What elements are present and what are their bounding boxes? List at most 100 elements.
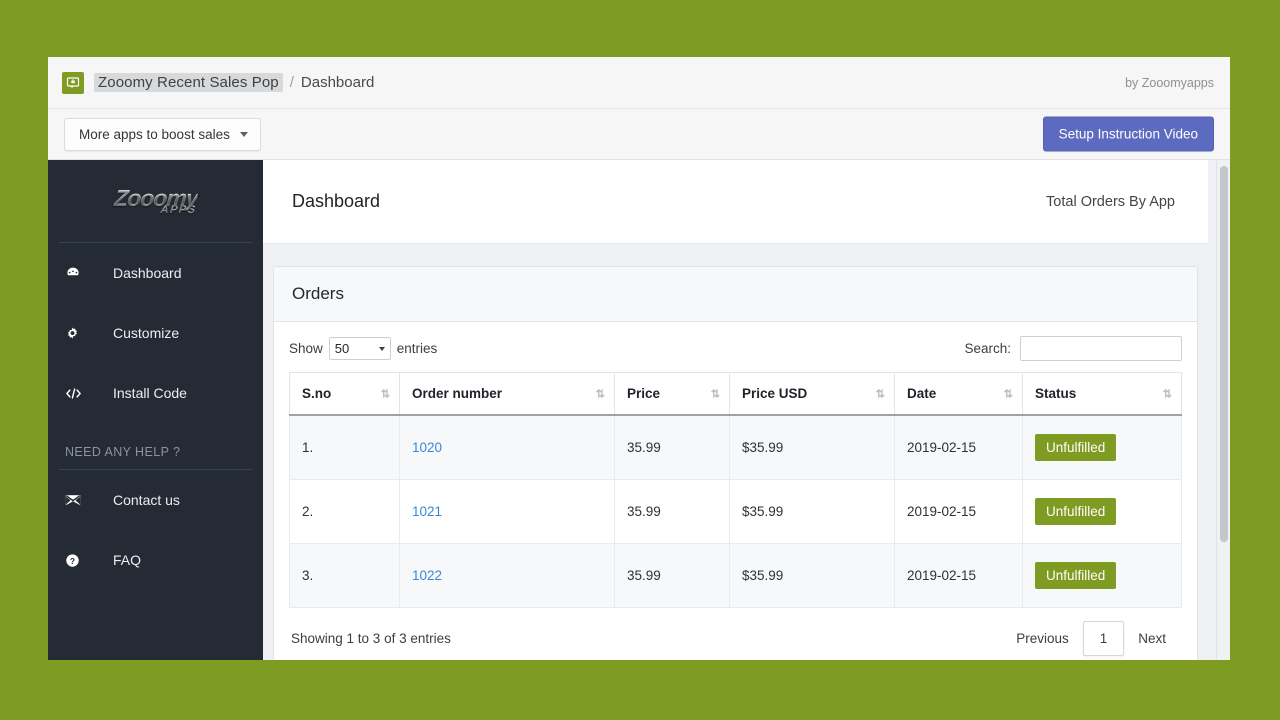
- app-window: Zooomy Recent Sales Pop / Dashboard by Z…: [48, 57, 1230, 660]
- cell-price: 35.99: [614, 479, 730, 544]
- orders-table-head: S.no ⇅ Order number ⇅ Price ⇅ Price USD …: [289, 372, 1182, 416]
- sort-updown-icon: ⇅: [875, 388, 885, 400]
- column-label: Status: [1035, 386, 1077, 401]
- scrollbar-thumb[interactable]: [1220, 166, 1228, 542]
- pagination-page-1[interactable]: 1: [1082, 621, 1125, 656]
- show-label: Show: [289, 341, 323, 356]
- page-length-select[interactable]: 50: [328, 337, 391, 360]
- gear-icon: [65, 326, 87, 341]
- column-header-sno[interactable]: S.no ⇅: [289, 372, 400, 416]
- sidebar-item-label: FAQ: [113, 552, 142, 568]
- cell-price-usd: $35.99: [729, 414, 895, 480]
- search-input[interactable]: [1020, 336, 1182, 361]
- table-controls: Show 50 entries Search:: [289, 336, 1182, 372]
- search-control: Search:: [964, 336, 1182, 361]
- order-number-link[interactable]: 1022: [412, 568, 442, 583]
- sidebar-item-install-code[interactable]: Install Code: [48, 363, 263, 423]
- cell-price: 35.99: [614, 543, 730, 608]
- column-label: S.no: [302, 386, 332, 401]
- orders-card-title: Orders: [274, 267, 1197, 322]
- dashboard-gauge-icon: [65, 265, 87, 281]
- secondary-bar: More apps to boost sales Setup Instructi…: [48, 109, 1230, 160]
- sidebar-item-label: Contact us: [113, 492, 180, 508]
- breadcrumb-current-page[interactable]: Dashboard: [301, 74, 374, 91]
- page-subtitle: Total Orders By App: [1046, 193, 1175, 210]
- column-header-price-usd[interactable]: Price USD ⇅: [729, 372, 895, 416]
- cell-price-usd: $35.99: [729, 543, 895, 608]
- cell-status: Unfulfilled: [1022, 479, 1182, 544]
- chevron-down-icon: [378, 346, 385, 351]
- order-number-link[interactable]: 1021: [412, 504, 442, 519]
- orders-card-body: Show 50 entries Search: S.no ⇅ Order num…: [274, 322, 1197, 660]
- table-header-row: S.no ⇅ Order number ⇅ Price ⇅ Price USD …: [289, 372, 1182, 416]
- column-header-date[interactable]: Date ⇅: [894, 372, 1023, 416]
- sidebar-item-customize[interactable]: Customize: [48, 303, 263, 363]
- table-info: Showing 1 to 3 of 3 entries: [291, 631, 451, 646]
- orders-card: Orders Show 50 entries Search: S.no ⇅ Or…: [273, 266, 1198, 660]
- pagination-previous[interactable]: Previous: [1002, 622, 1083, 655]
- column-label: Order number: [412, 386, 503, 401]
- table-footer: Showing 1 to 3 of 3 entries Previous 1 N…: [289, 608, 1182, 660]
- sort-updown-icon: ⇅: [1003, 388, 1013, 400]
- order-number-link[interactable]: 1020: [412, 440, 442, 455]
- orders-table: S.no ⇅ Order number ⇅ Price ⇅ Price USD …: [289, 372, 1182, 608]
- setup-instruction-video-button[interactable]: Setup Instruction Video: [1042, 116, 1214, 152]
- search-label: Search:: [964, 341, 1011, 356]
- screen: Zooomy Recent Sales Pop / Dashboard by Z…: [0, 0, 1280, 720]
- cell-date: 2019-02-15: [894, 414, 1023, 480]
- pagination-next[interactable]: Next: [1124, 622, 1180, 655]
- top-bar: Zooomy Recent Sales Pop / Dashboard by Z…: [48, 57, 1230, 109]
- page-length-control: Show 50 entries: [289, 337, 437, 360]
- chevron-down-icon: [239, 131, 248, 137]
- column-label: Price: [627, 386, 661, 401]
- sidebar-item-label: Install Code: [113, 385, 187, 401]
- envelope-icon: [65, 494, 87, 506]
- table-row: 1. 1020 35.99 $35.99 2019-02-15 Unfulfil…: [289, 414, 1182, 480]
- code-brackets-icon: [65, 386, 87, 401]
- column-header-order-number[interactable]: Order number ⇅: [399, 372, 615, 416]
- cell-order-number: 1020: [399, 414, 615, 480]
- status-badge[interactable]: Unfulfilled: [1035, 434, 1117, 461]
- sort-updown-icon: ⇅: [380, 388, 390, 400]
- column-header-price[interactable]: Price ⇅: [614, 372, 730, 416]
- cell-order-number: 1021: [399, 479, 615, 544]
- sidebar-item-dashboard[interactable]: Dashboard: [48, 243, 263, 303]
- cell-status: Unfulfilled: [1022, 414, 1182, 480]
- question-circle-icon: ?: [65, 553, 87, 568]
- column-header-status[interactable]: Status ⇅: [1022, 372, 1182, 416]
- cell-sno: 1.: [289, 414, 400, 480]
- pagination: Previous 1 Next: [1002, 621, 1180, 656]
- status-badge[interactable]: Unfulfilled: [1035, 562, 1117, 589]
- cell-date: 2019-02-15: [894, 479, 1023, 544]
- breadcrumb-separator: /: [289, 74, 294, 91]
- cell-sno: 3.: [289, 543, 400, 608]
- vertical-scrollbar[interactable]: [1216, 160, 1230, 660]
- column-label: Date: [907, 386, 937, 401]
- sidebar-item-contact-us[interactable]: Contact us: [48, 470, 263, 530]
- app-body: Zooomy APPS Dashboard Customize Install …: [48, 160, 1230, 660]
- status-badge[interactable]: Unfulfilled: [1035, 498, 1117, 525]
- sort-updown-icon: ⇅: [1162, 388, 1172, 400]
- sidebar-help-heading: NEED ANY HELP ?: [65, 445, 181, 459]
- more-apps-dropdown[interactable]: More apps to boost sales: [64, 117, 261, 151]
- page-header: Dashboard Total Orders By App: [263, 160, 1208, 244]
- more-apps-label: More apps to boost sales: [79, 126, 230, 142]
- sidebar-item-label: Customize: [113, 325, 180, 341]
- table-row: 2. 1021 35.99 $35.99 2019-02-15 Unfulfil…: [289, 479, 1182, 544]
- sort-updown-icon: ⇅: [595, 388, 605, 400]
- cell-price: 35.99: [614, 414, 730, 480]
- sidebar-item-label: Dashboard: [113, 265, 182, 281]
- page-title: Dashboard: [292, 191, 381, 211]
- sidebar-logo[interactable]: Zooomy APPS: [48, 160, 263, 242]
- sidebar-item-faq[interactable]: ? FAQ: [48, 530, 263, 590]
- column-label: Price USD: [742, 386, 808, 401]
- breadcrumb-app-name[interactable]: Zooomy Recent Sales Pop: [94, 73, 283, 92]
- cell-order-number: 1022: [399, 543, 615, 608]
- sort-updown-icon: ⇅: [710, 388, 720, 400]
- cell-price-usd: $35.99: [729, 479, 895, 544]
- cell-date: 2019-02-15: [894, 543, 1023, 608]
- sidebar: Zooomy APPS Dashboard Customize Install …: [48, 160, 263, 660]
- svg-text:?: ?: [70, 555, 75, 565]
- main-content: Dashboard Total Orders By App Orders Sho…: [263, 160, 1230, 660]
- table-row: 3. 1022 35.99 $35.99 2019-02-15 Unfulfil…: [289, 543, 1182, 608]
